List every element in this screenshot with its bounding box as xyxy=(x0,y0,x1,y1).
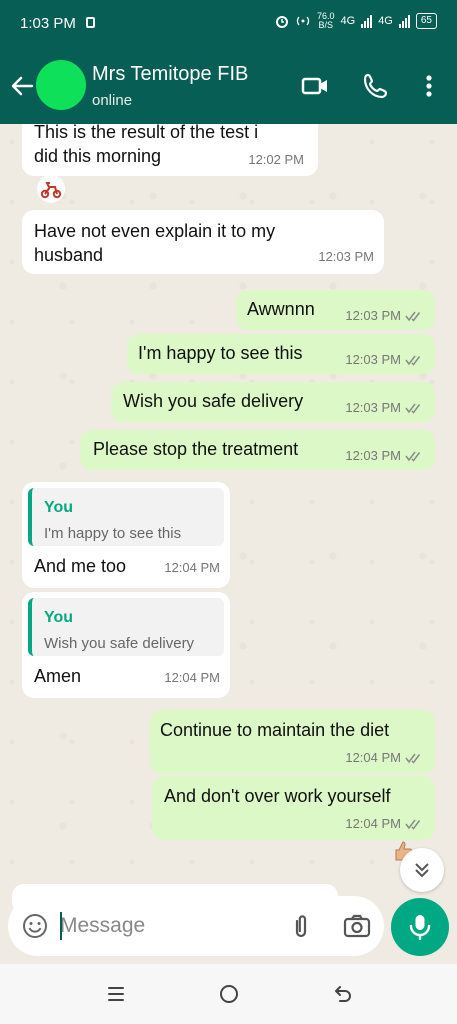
read-ticks-icon xyxy=(405,403,421,414)
battery-level: 65 xyxy=(420,15,432,26)
reply-message-bubble[interactable]: You I'm happy to see this And me too 12:… xyxy=(22,482,230,588)
avatar[interactable] xyxy=(36,60,86,110)
microphone-icon xyxy=(409,915,431,941)
message-bubble[interactable]: Continue to maintain the diet 12:04 PM xyxy=(150,710,435,774)
alarm-icon xyxy=(275,16,288,28)
status-bar: 1:03 PM 76.0 B/S 4G 4G 65 xyxy=(0,0,457,48)
status-indicators: 76.0 B/S 4G 4G 65 xyxy=(275,12,437,30)
paperclip-icon[interactable] xyxy=(286,911,316,941)
message-time: 12:04 PM xyxy=(164,560,220,575)
quoted-message[interactable]: You Wish you safe delivery xyxy=(28,598,224,656)
message-text: Awwnnn xyxy=(247,299,315,319)
hotspot-icon xyxy=(296,16,310,26)
message-bubble[interactable]: This is the result of the test i did thi… xyxy=(22,124,318,176)
message-time: 12:04 PM xyxy=(345,750,401,765)
message-bubble[interactable]: I'm happy to see this 12:03 PM xyxy=(127,334,435,374)
message-bubble[interactable]: Wish you safe delivery 12:03 PM xyxy=(111,382,435,422)
read-ticks-icon xyxy=(405,753,421,764)
quote-text: I'm happy to see this xyxy=(44,525,182,542)
message-text: Wish you safe delivery xyxy=(123,391,304,411)
message-text: Amen xyxy=(34,666,82,686)
quoted-message[interactable]: You I'm happy to see this xyxy=(28,488,224,546)
double-chevron-down-icon xyxy=(415,863,429,878)
network-type-1: 4G xyxy=(340,15,356,27)
chat-header: Mrs Temitope FIB online xyxy=(0,48,457,124)
speed-unit: B/S xyxy=(318,20,333,30)
camera-icon[interactable] xyxy=(342,912,372,940)
message-time: 12:02 PM xyxy=(248,152,304,167)
network-speed: 76.0 B/S xyxy=(317,12,335,30)
read-ticks-icon xyxy=(405,819,421,830)
video-call-icon[interactable] xyxy=(299,70,331,102)
text-cursor xyxy=(60,912,62,940)
message-input[interactable] xyxy=(60,908,280,944)
message-time: 12:03 PM xyxy=(345,352,401,367)
message-composer xyxy=(8,896,384,956)
signal-1-icon xyxy=(361,14,373,28)
message-text: This is the result of the test i xyxy=(34,124,259,142)
message-bubble[interactable]: Awwnnn 12:03 PM xyxy=(236,290,435,330)
quote-author: You xyxy=(44,499,74,516)
message-time: 12:03 PM xyxy=(318,249,374,264)
back-nav-icon[interactable] xyxy=(331,982,355,1006)
quote-author: You xyxy=(44,609,74,626)
home-icon[interactable] xyxy=(217,982,241,1006)
status-time: 1:03 PM xyxy=(20,15,76,32)
read-ticks-icon xyxy=(405,311,421,322)
message-bubble[interactable]: Please stop the treatment 12:03 PM xyxy=(80,430,435,470)
message-text: did this morning xyxy=(34,146,162,166)
read-ticks-icon xyxy=(405,451,421,462)
message-time: 12:03 PM xyxy=(345,400,401,415)
network-type-2: 4G xyxy=(378,15,393,27)
message-text: Have not even explain it to my xyxy=(34,221,276,241)
system-nav-bar xyxy=(0,964,457,1024)
scroll-to-bottom-button[interactable] xyxy=(400,848,444,892)
motorcycle-sticker-icon xyxy=(37,175,65,203)
read-ticks-icon xyxy=(405,355,421,366)
back-arrow-icon[interactable] xyxy=(8,72,36,100)
message-time: 12:03 PM xyxy=(345,448,401,463)
microphone-button[interactable] xyxy=(391,898,449,956)
message-bubble[interactable]: And don't over work yourself 12:04 PM xyxy=(152,776,435,840)
message-text: I'm happy to see this xyxy=(138,343,303,363)
signal-2-icon xyxy=(398,14,410,28)
message-text: And me too xyxy=(34,556,127,576)
chat-area[interactable]: This is the result of the test i did thi… xyxy=(0,124,457,964)
emoji-icon[interactable] xyxy=(22,913,48,939)
message-text: And don't over work yourself xyxy=(164,786,391,806)
message-text: Please stop the treatment xyxy=(93,439,299,459)
message-time: 12:04 PM xyxy=(345,816,401,831)
reply-message-bubble[interactable]: You Wish you safe delivery Amen 12:04 PM xyxy=(22,592,230,698)
battery-icon: 65 xyxy=(415,13,437,29)
message-text: husband xyxy=(34,245,104,265)
message-time: 12:03 PM xyxy=(345,308,401,323)
more-vert-icon[interactable] xyxy=(413,70,445,102)
message-bubble[interactable]: Have not even explain it to my husband 1… xyxy=(22,210,384,274)
message-text: Continue to maintain the diet xyxy=(160,720,390,740)
recent-apps-icon[interactable] xyxy=(104,982,128,1006)
contact-status: online xyxy=(92,92,133,109)
phone-icon[interactable] xyxy=(360,70,392,102)
message-time: 12:04 PM xyxy=(164,670,220,685)
notification-icon xyxy=(86,17,95,28)
contact-name[interactable]: Mrs Temitope FIB xyxy=(92,63,248,86)
quote-text: Wish you safe delivery xyxy=(44,635,195,652)
